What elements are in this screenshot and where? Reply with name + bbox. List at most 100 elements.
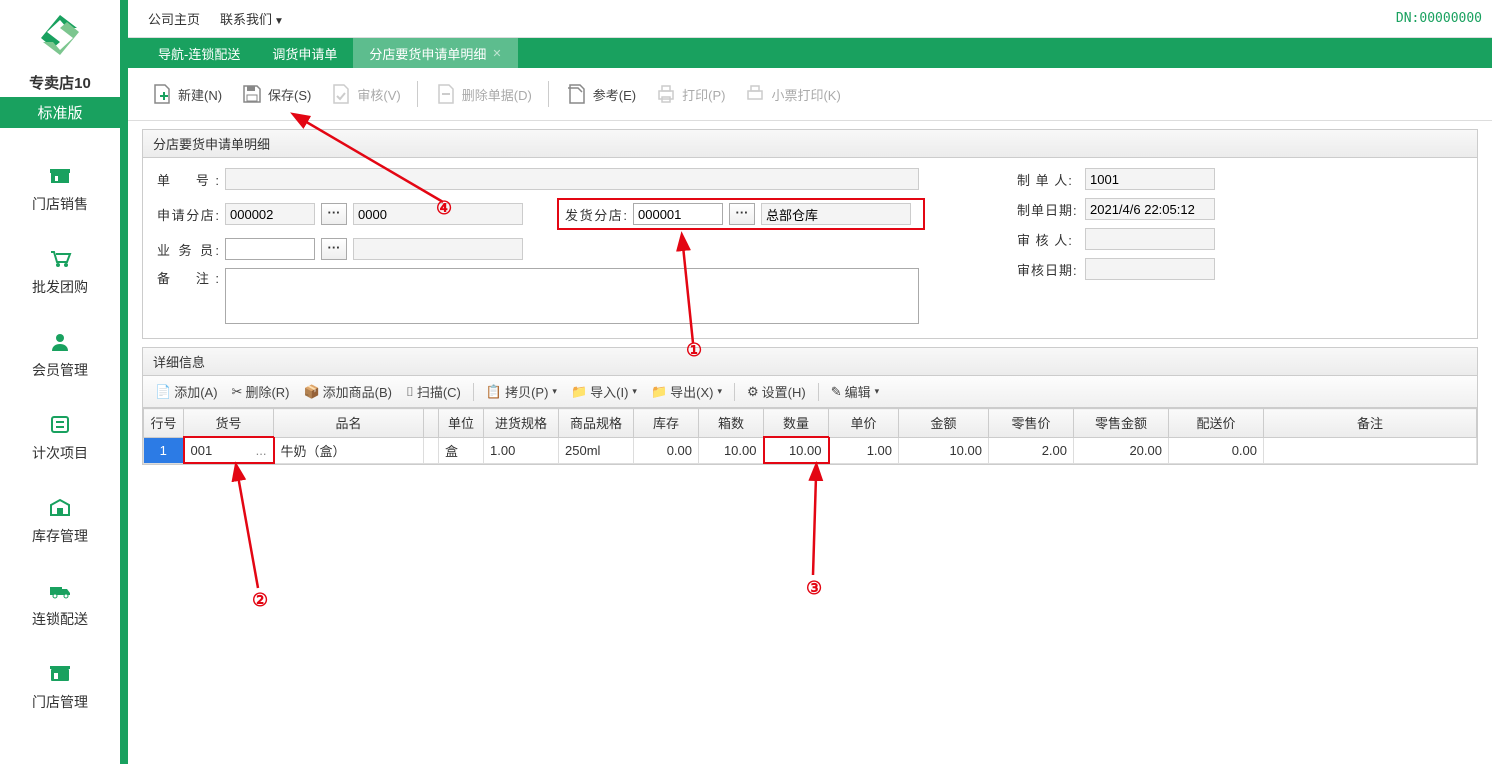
table-row[interactable]: 1 001... 牛奶（盒） 盒 1.00 250ml 0.00 10.00 1… <box>144 437 1477 463</box>
input-remark[interactable] <box>225 268 919 324</box>
detail-panel: 详细信息 📄添加(A) ✂删除(R) 📦添加商品(B) ⌷扫描(C) 📋拷贝(P… <box>142 347 1478 465</box>
detail-add-button[interactable]: 📄添加(A) <box>151 380 222 403</box>
cart-icon <box>48 248 72 268</box>
annotation-arrow-4 <box>293 110 463 210</box>
detail-add-goods-button[interactable]: 📦添加商品(B) <box>299 380 396 403</box>
cell-stock[interactable]: 0.00 <box>634 437 699 463</box>
sidebar-item-store-manage[interactable]: 门店管理 <box>0 651 120 734</box>
cell-price[interactable]: 1.00 <box>829 437 899 463</box>
col-price[interactable]: 单价 <box>829 409 899 438</box>
tab-request-detail[interactable]: 分店要货申请单明细✕ <box>353 38 517 68</box>
tab-nav-chain[interactable]: 导航-连锁配送 <box>142 38 256 68</box>
menu-contact-us[interactable]: 联系我们▼ <box>210 5 294 32</box>
detail-delete-button[interactable]: ✂删除(R) <box>228 380 294 403</box>
ref-button[interactable]: 参考(E) <box>557 78 644 110</box>
detail-scan-button[interactable]: ⌷扫描(C) <box>402 380 465 403</box>
cell-inspec[interactable]: 1.00 <box>484 437 559 463</box>
save-button[interactable]: 保存(S) <box>232 78 319 110</box>
col-retail-amt[interactable]: 零售金额 <box>1074 409 1169 438</box>
col-stock[interactable]: 库存 <box>634 409 699 438</box>
input-ship-code[interactable] <box>633 203 723 225</box>
detail-export-button[interactable]: 📁导出(X)▾ <box>647 380 726 403</box>
label-no: 单 号: <box>157 170 219 189</box>
menu-company-home[interactable]: 公司主页 <box>138 5 210 32</box>
annotation-arrow-1 <box>648 238 808 358</box>
sidebar-item-store-sales[interactable]: 门店销售 <box>0 153 120 236</box>
detail-import-button[interactable]: 📁导入(I)▾ <box>567 380 641 403</box>
col-remark[interactable]: 备注 <box>1264 409 1477 438</box>
cell-remark[interactable] <box>1264 437 1477 463</box>
col-retail[interactable]: 零售价 <box>989 409 1074 438</box>
audit-button[interactable]: 审核(V) <box>321 78 408 110</box>
col-name[interactable]: 品名 <box>274 409 424 438</box>
detail-edit-button[interactable]: ✎编辑▾ <box>827 380 883 403</box>
lookup-ship-button[interactable]: ··· <box>729 203 755 225</box>
cell-box[interactable]: 10.00 <box>699 437 764 463</box>
cell-spec[interactable]: 250ml <box>559 437 634 463</box>
settings-icon <box>48 663 72 683</box>
lookup-salesman-button[interactable]: ··· <box>321 238 347 260</box>
col-qty[interactable]: 数量 <box>764 409 829 438</box>
annotation-arrow-2 <box>223 470 283 600</box>
sidebar-item-count[interactable]: 计次项目 <box>0 402 120 485</box>
print-icon <box>654 82 678 106</box>
sidebar-item-member[interactable]: 会员管理 <box>0 319 120 402</box>
receipt-print-button[interactable]: 小票打印(K) <box>735 78 848 110</box>
delivery-icon <box>48 580 72 600</box>
delete-icon <box>434 82 458 106</box>
cell-unit[interactable]: 盒 <box>439 437 484 463</box>
cell-name[interactable]: 牛奶（盒） <box>274 437 424 463</box>
chevron-down-icon: ▾ <box>632 386 637 397</box>
top-menu-bar: 公司主页 联系我们▼ DN:00000000 <box>128 0 1492 38</box>
sidebar: 专卖店10 标准版 门店销售 批发团购 会员管理 计次项目 库存管理 <box>0 0 120 764</box>
cell-dist-price[interactable]: 0.00 <box>1169 437 1264 463</box>
ship-store-highlight: 发货分店: ··· <box>557 198 925 230</box>
chevron-down-icon: ▾ <box>717 386 722 397</box>
col-amount[interactable]: 金额 <box>899 409 989 438</box>
audit-icon <box>329 82 353 106</box>
input-make-date <box>1085 198 1215 220</box>
cell-retail-amt[interactable]: 20.00 <box>1074 437 1169 463</box>
detail-copy-button[interactable]: 📋拷贝(P)▾ <box>482 380 561 403</box>
new-button[interactable]: 新建(N) <box>142 78 230 110</box>
tab-transfer-request[interactable]: 调货申请单 <box>256 38 353 68</box>
col-rownum[interactable]: 行号 <box>144 409 184 438</box>
col-spec[interactable]: 商品规格 <box>559 409 634 438</box>
annotation-1: ① <box>686 340 702 361</box>
col-unit[interactable]: 单位 <box>439 409 484 438</box>
col-dist-price[interactable]: 配送价 <box>1169 409 1264 438</box>
cell-retail[interactable]: 2.00 <box>989 437 1074 463</box>
main: 公司主页 联系我们▼ DN:00000000 导航-连锁配送 调货申请单 分店要… <box>128 0 1492 764</box>
label-maker: 制 单 人: <box>1017 170 1079 189</box>
print-button[interactable]: 打印(P) <box>646 78 733 110</box>
sidebar-item-wholesale[interactable]: 批发团购 <box>0 236 120 319</box>
input-audit-date <box>1085 258 1215 280</box>
annotation-4: ④ <box>436 198 452 219</box>
col-blank[interactable] <box>424 409 439 438</box>
stock-icon <box>48 497 72 517</box>
chevron-down-icon: ▼ <box>274 16 284 27</box>
cell-qty[interactable]: 10.00 <box>764 437 829 463</box>
label-remark: 备 注: <box>157 268 219 287</box>
chevron-down-icon: ▾ <box>875 386 880 397</box>
input-ship-name[interactable] <box>761 203 911 225</box>
detail-setting-button[interactable]: ⚙设置(H) <box>743 380 810 403</box>
col-inspec[interactable]: 进货规格 <box>484 409 559 438</box>
input-maker <box>1085 168 1215 190</box>
close-icon[interactable]: ✕ <box>492 47 501 60</box>
input-salesman[interactable] <box>225 238 315 260</box>
sidebar-item-inventory[interactable]: 库存管理 <box>0 485 120 568</box>
separator <box>818 383 819 401</box>
label-ship-store: 发货分店: <box>565 205 627 224</box>
cell-code[interactable]: 001... <box>184 437 274 463</box>
col-box[interactable]: 箱数 <box>699 409 764 438</box>
col-code[interactable]: 货号 <box>184 409 274 438</box>
separator <box>734 383 735 401</box>
sidebar-item-chain-delivery[interactable]: 连锁配送 <box>0 568 120 651</box>
cell-amount[interactable]: 10.00 <box>899 437 989 463</box>
label-make-date: 制单日期: <box>1017 200 1079 219</box>
input-salesman-name[interactable] <box>353 238 523 260</box>
delete-button[interactable]: 删除单据(D) <box>426 78 540 110</box>
divider-strip <box>120 0 128 764</box>
chevron-down-icon: ▾ <box>552 386 557 397</box>
